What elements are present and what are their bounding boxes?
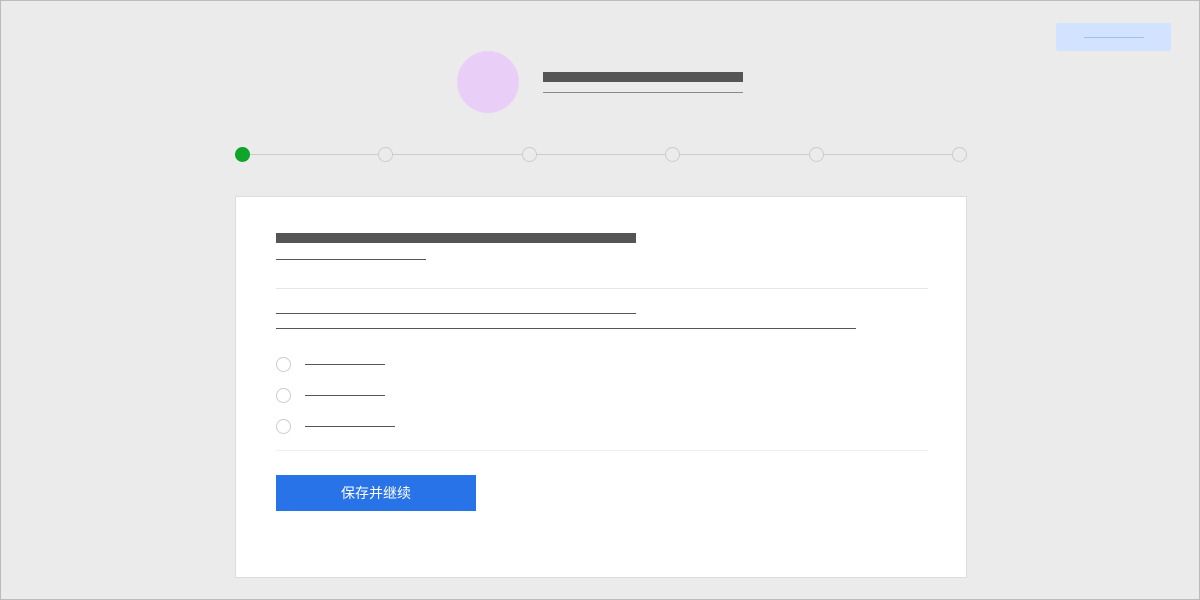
radio-icon xyxy=(276,388,291,403)
divider xyxy=(276,288,928,289)
radio-label xyxy=(305,426,395,427)
section-title xyxy=(276,233,636,243)
stepper xyxy=(235,146,967,162)
step-1[interactable] xyxy=(235,147,250,162)
header-text-group xyxy=(543,72,743,93)
question-detail xyxy=(276,328,856,329)
form-card: 保存并继续 xyxy=(235,196,967,578)
save-continue-button[interactable]: 保存并继续 xyxy=(276,475,476,511)
stepper-track xyxy=(243,154,959,155)
radio-label xyxy=(305,364,385,365)
avatar xyxy=(457,51,519,113)
section-subtitle xyxy=(276,259,426,260)
radio-label xyxy=(305,395,385,396)
step-2[interactable] xyxy=(378,147,393,162)
step-4[interactable] xyxy=(665,147,680,162)
radio-icon xyxy=(276,357,291,372)
question-text xyxy=(276,313,636,314)
step-6[interactable] xyxy=(952,147,967,162)
page-title xyxy=(543,72,743,82)
divider xyxy=(276,450,928,451)
radio-icon xyxy=(276,419,291,434)
top-right-chip[interactable] xyxy=(1056,23,1171,51)
step-3[interactable] xyxy=(522,147,537,162)
radio-option-3[interactable] xyxy=(276,419,926,434)
step-5[interactable] xyxy=(809,147,824,162)
page-subtitle xyxy=(543,92,743,93)
page-header xyxy=(457,51,743,113)
radio-option-2[interactable] xyxy=(276,388,926,403)
radio-option-1[interactable] xyxy=(276,357,926,372)
